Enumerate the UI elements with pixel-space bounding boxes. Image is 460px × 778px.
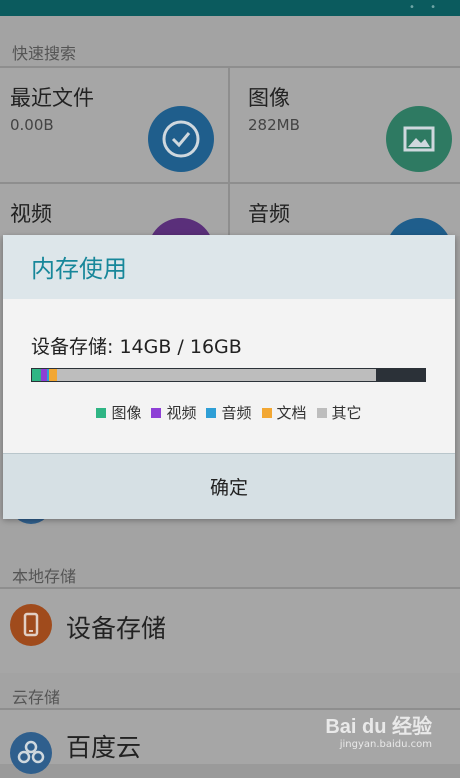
cloud-icon bbox=[10, 732, 52, 774]
dialog-title: 内存使用 bbox=[31, 255, 127, 283]
status-icons: • • bbox=[409, 2, 442, 13]
status-bar: • • bbox=[0, 0, 460, 16]
tile-title: 最近文件 bbox=[10, 86, 94, 110]
confirm-button[interactable]: 确定 bbox=[3, 454, 455, 519]
tile-video[interactable]: 视频 bbox=[0, 184, 228, 284]
storage-usage-bar bbox=[31, 368, 426, 382]
watermark-brand: Bai du 经验 bbox=[325, 716, 432, 738]
usage-segment bbox=[57, 369, 376, 381]
storage-legend: 图像 视频 音频 文档 其它 bbox=[3, 402, 455, 423]
baidu-jingyan-watermark: Bai du 经验 jingyan.baidu.com bbox=[325, 710, 432, 750]
legend-label: 其它 bbox=[331, 404, 362, 422]
legend-swatch bbox=[96, 407, 107, 418]
legend-item: 视频 bbox=[151, 402, 196, 423]
local-storage-label: 本地存储 bbox=[12, 567, 77, 586]
tile-size: 0.00B bbox=[10, 116, 54, 134]
storage-usage-text: 设备存储: 14GB / 16GB bbox=[31, 336, 242, 358]
quick-search-label: 快速搜索 bbox=[12, 44, 77, 63]
legend-item: 图像 bbox=[96, 402, 141, 423]
legend-swatch bbox=[151, 407, 162, 418]
clock-icon bbox=[148, 106, 214, 172]
legend-label: 文档 bbox=[276, 404, 307, 422]
tile-size: 282MB bbox=[248, 116, 300, 134]
watermark-url: jingyan.baidu.com bbox=[339, 739, 432, 750]
image-icon bbox=[386, 106, 452, 172]
legend-item: 其它 bbox=[316, 402, 362, 423]
tile-title: 图像 bbox=[248, 86, 290, 110]
tile-title: 视频 bbox=[10, 202, 52, 226]
legend-item: 文档 bbox=[261, 402, 307, 423]
phone-icon bbox=[10, 604, 52, 646]
legend-label: 音频 bbox=[221, 404, 252, 422]
tile-recent-files[interactable]: 最近文件 0.00B bbox=[0, 68, 228, 182]
memory-usage-dialog: 内存使用 设备存储: 14GB / 16GB 图像 视频 音频 文档 其它 确定 bbox=[3, 235, 455, 519]
cloud-storage-label: 云存储 bbox=[12, 688, 61, 707]
dialog-header: 内存使用 bbox=[3, 235, 455, 299]
usage-segment bbox=[32, 369, 41, 381]
usage-segment bbox=[49, 369, 57, 381]
legend-swatch bbox=[206, 407, 217, 418]
dialog-footer: 确定 bbox=[3, 453, 455, 519]
baidu-cloud-label: 百度云 bbox=[66, 733, 142, 762]
device-storage-row[interactable]: 设备存储 bbox=[0, 589, 460, 673]
legend-swatch bbox=[261, 407, 272, 418]
legend-swatch bbox=[316, 407, 327, 418]
tile-images[interactable]: 图像 282MB bbox=[230, 68, 460, 182]
legend-label: 视频 bbox=[166, 404, 197, 422]
legend-item: 音频 bbox=[206, 402, 252, 423]
tile-title: 音频 bbox=[248, 202, 290, 226]
device-storage-label: 设备存储 bbox=[66, 614, 167, 643]
tile-audio[interactable]: 音频 bbox=[230, 184, 460, 284]
legend-label: 图像 bbox=[111, 404, 142, 422]
